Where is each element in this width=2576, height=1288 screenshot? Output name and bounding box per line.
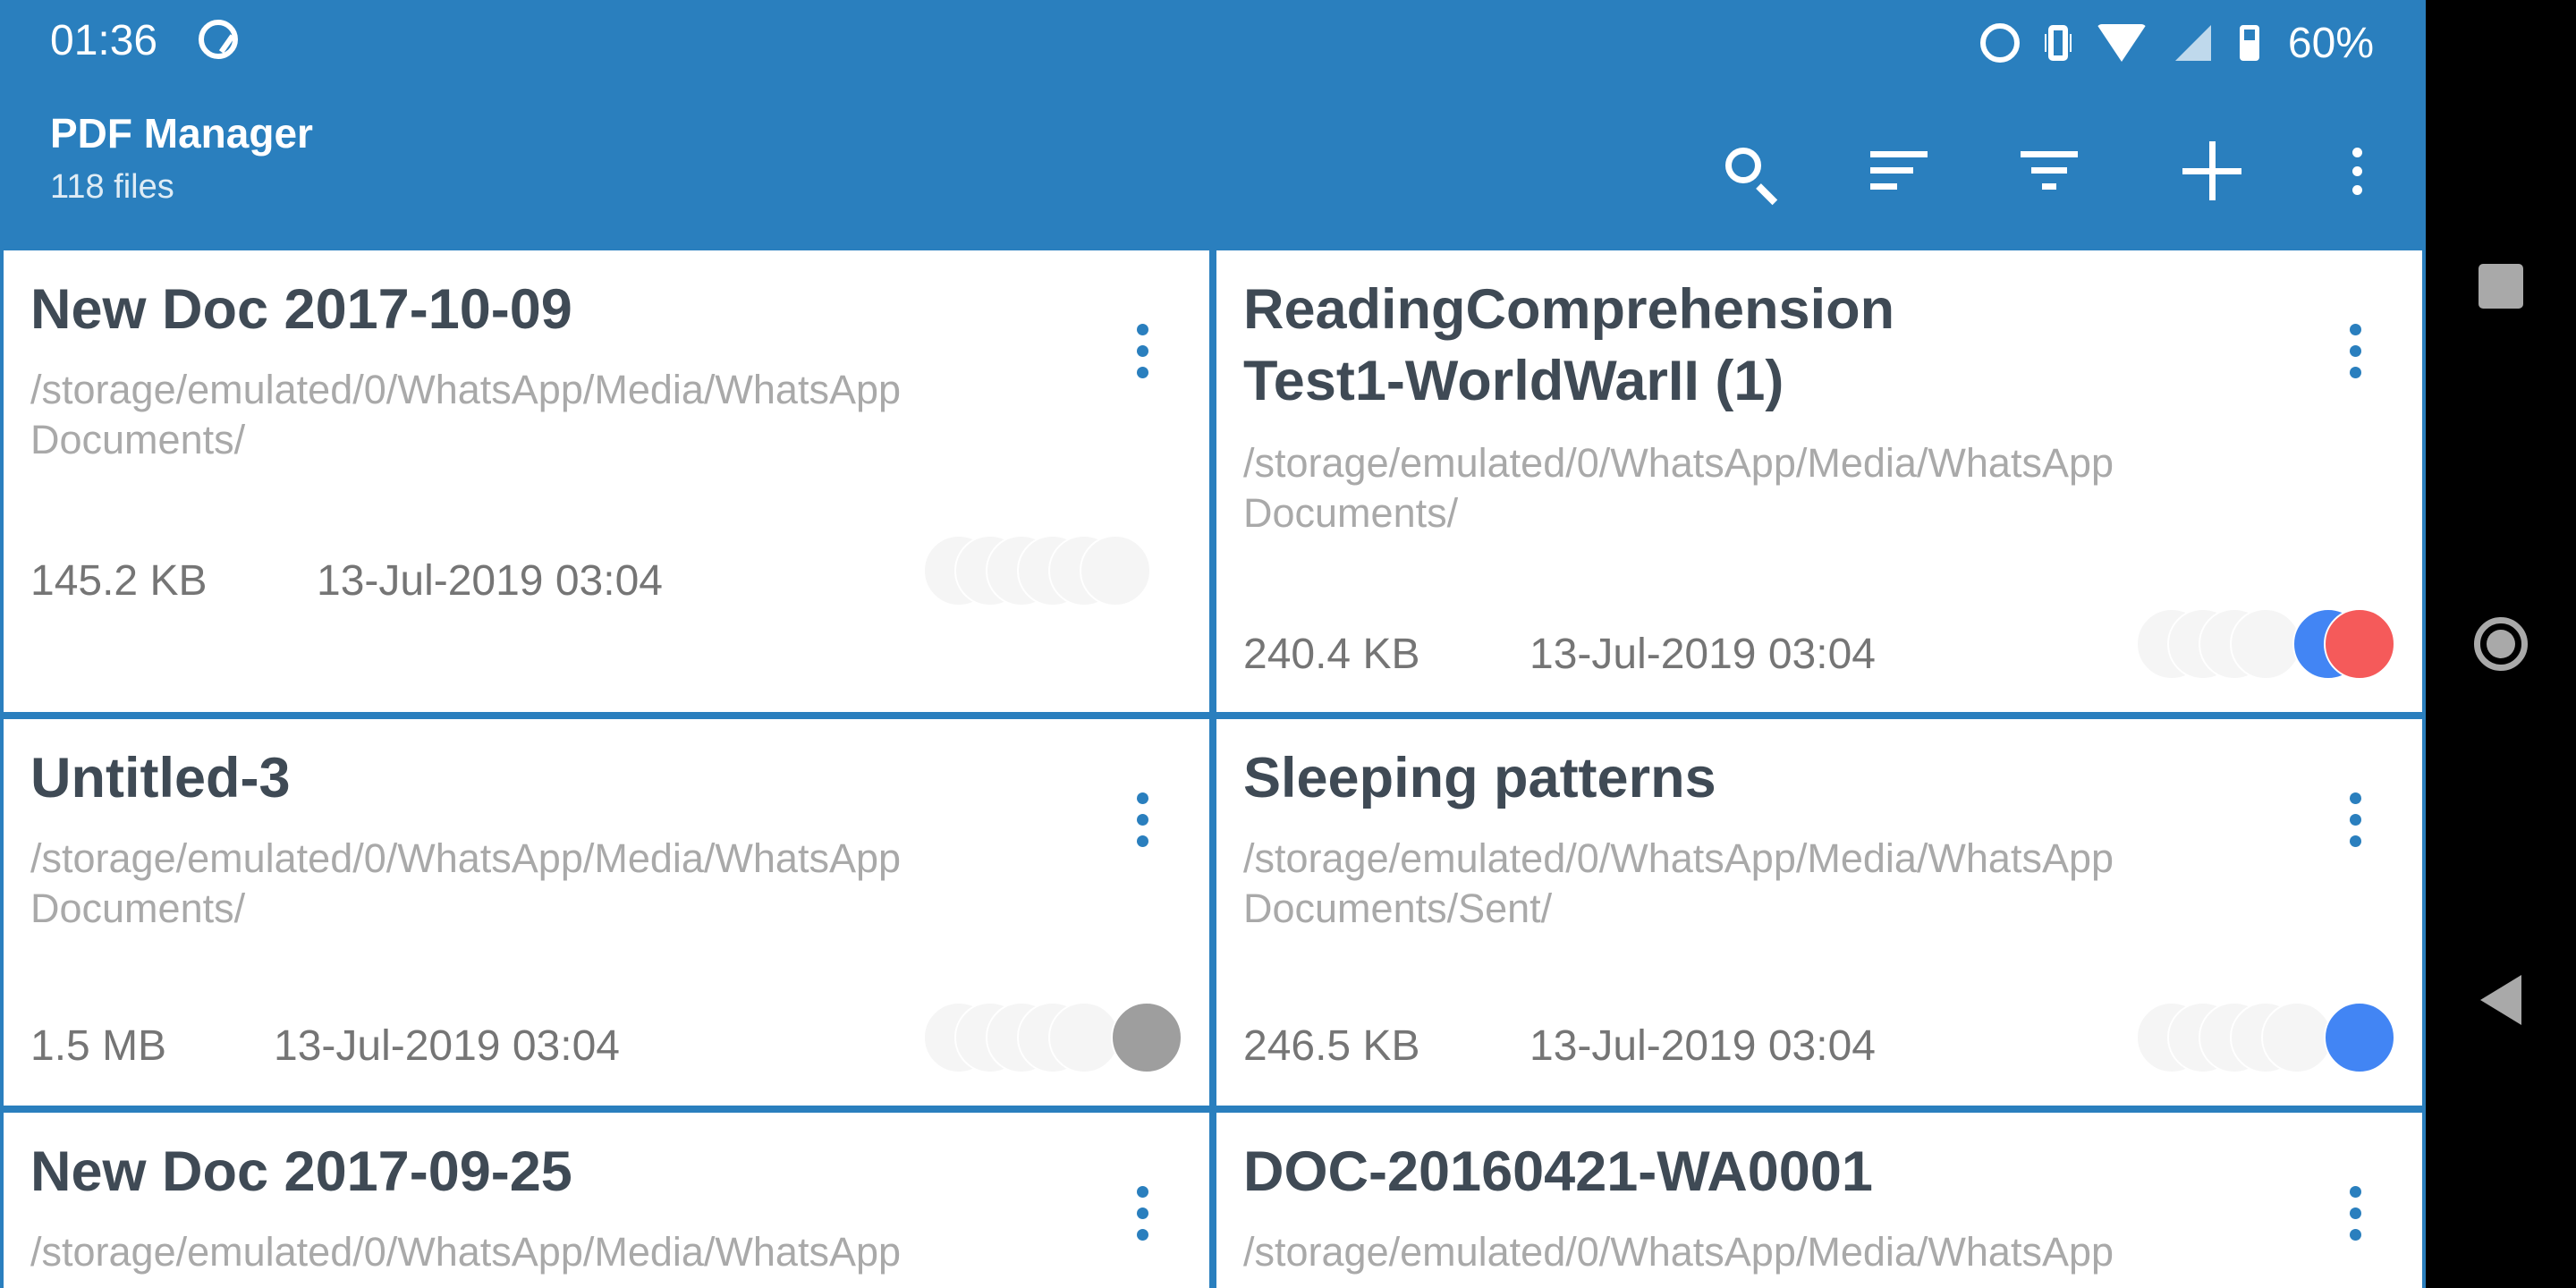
file-path: /storage/emulated/0/WhatsApp/Media/Whats… <box>1243 440 2114 536</box>
home-icon <box>2474 617 2528 671</box>
file-menu-button[interactable] <box>1137 324 1148 378</box>
color-tag[interactable] <box>2261 1002 2333 1073</box>
file-menu-button[interactable] <box>2350 792 2361 847</box>
page-title: PDF Manager <box>50 110 313 157</box>
file-title: New Doc 2017-09-25 <box>30 1140 572 1203</box>
color-tag[interactable] <box>1048 1002 1120 1073</box>
alarm-icon <box>1979 23 2020 63</box>
file-title: DOC-20160421-WA0001 <box>1243 1140 1873 1203</box>
home-button[interactable] <box>2426 590 2576 698</box>
add-icon <box>2182 141 2241 200</box>
wifi-icon <box>2096 24 2147 62</box>
color-tag[interactable] <box>2230 608 2301 680</box>
color-tags[interactable] <box>923 535 1182 606</box>
file-title: Untitled-3 <box>30 747 291 809</box>
file-menu-button[interactable] <box>2350 1186 2361 1241</box>
sort-button[interactable] <box>1859 131 1939 211</box>
status-time: 01:36 <box>50 17 158 64</box>
color-tags[interactable] <box>2136 1002 2395 1073</box>
system-navigation-bar <box>2426 0 2576 1288</box>
file-card[interactable]: New Doc 2017-10-09 /storage/emulated/0/W… <box>4 250 1209 712</box>
battery-icon <box>2239 25 2259 61</box>
file-title: ReadingComprehensionTest1-WorldWarII (1) <box>1243 278 1895 412</box>
file-card[interactable]: New Doc 2017-09-25 /storage/emulated/0/W… <box>4 1113 1209 1288</box>
vibrate-icon <box>2047 25 2068 61</box>
color-tag-grey[interactable] <box>1111 1002 1182 1073</box>
color-tag-red[interactable] <box>2324 608 2395 680</box>
file-path: /storage/emulated/0/WhatsApp/Media/Whats… <box>30 367 902 462</box>
status-icons: 60% <box>1979 16 2374 70</box>
back-icon <box>2480 975 2521 1025</box>
file-card[interactable]: Untitled-3 /storage/emulated/0/WhatsApp/… <box>4 719 1209 1106</box>
color-tags[interactable] <box>2136 608 2395 680</box>
file-path: /storage/emulated/0/WhatsApp/Media/Whats… <box>30 835 902 931</box>
file-size: 145.2 KB <box>30 557 208 605</box>
file-path: /storage/emulated/0/WhatsApp/Media/Whats… <box>1243 835 2114 931</box>
file-size: 1.5 MB <box>30 1022 167 1070</box>
app-toolbar: PDF Manager 118 files <box>0 86 2426 238</box>
file-date: 13-Jul-2019 03:04 <box>317 557 663 605</box>
app-root: 01:36 60% PDF Manager 118 files New Doc … <box>0 0 2426 1288</box>
add-button[interactable] <box>2172 131 2252 211</box>
status-bar: 01:36 60% <box>0 0 2426 86</box>
file-title: Sleeping patterns <box>1243 747 1716 809</box>
filter-button[interactable] <box>2009 131 2089 211</box>
search-icon <box>1725 148 1761 183</box>
recents-icon <box>2479 264 2523 309</box>
signal-icon <box>2174 25 2211 61</box>
file-path: /storage/emulated/0/WhatsApp/Media/Whats… <box>30 1229 902 1275</box>
file-date: 13-Jul-2019 03:04 <box>274 1022 620 1070</box>
file-card[interactable]: ReadingComprehensionTest1-WorldWarII (1)… <box>1216 250 2422 712</box>
file-date: 13-Jul-2019 03:04 <box>1530 631 1876 678</box>
file-menu-button[interactable] <box>2350 324 2361 378</box>
battery-percent: 60% <box>2287 19 2374 67</box>
more-options-button[interactable] <box>2317 131 2397 211</box>
more-vert-icon <box>2351 147 2362 195</box>
recents-button[interactable] <box>2426 233 2576 340</box>
file-count: 118 files <box>50 168 174 206</box>
sort-icon <box>1870 151 1928 191</box>
file-menu-button[interactable] <box>1137 792 1148 847</box>
sync-icon <box>199 20 238 59</box>
back-button[interactable] <box>2426 946 2576 1054</box>
file-title: New Doc 2017-10-09 <box>30 278 572 341</box>
file-size: 246.5 KB <box>1243 1022 1420 1070</box>
color-tag-blue[interactable] <box>2324 1002 2395 1073</box>
color-tag[interactable] <box>1080 535 1151 606</box>
color-tags[interactable] <box>923 1002 1182 1073</box>
file-path: /storage/emulated/0/WhatsApp/Media/Whats… <box>1243 1229 2114 1275</box>
file-size: 240.4 KB <box>1243 631 1420 678</box>
search-button[interactable] <box>1708 131 1789 211</box>
filter-icon <box>2021 151 2078 191</box>
file-date: 13-Jul-2019 03:04 <box>1530 1022 1876 1070</box>
file-card[interactable]: Sleeping patterns /storage/emulated/0/Wh… <box>1216 719 2422 1106</box>
file-menu-button[interactable] <box>1137 1186 1148 1241</box>
file-card[interactable]: DOC-20160421-WA0001 /storage/emulated/0/… <box>1216 1113 2422 1288</box>
